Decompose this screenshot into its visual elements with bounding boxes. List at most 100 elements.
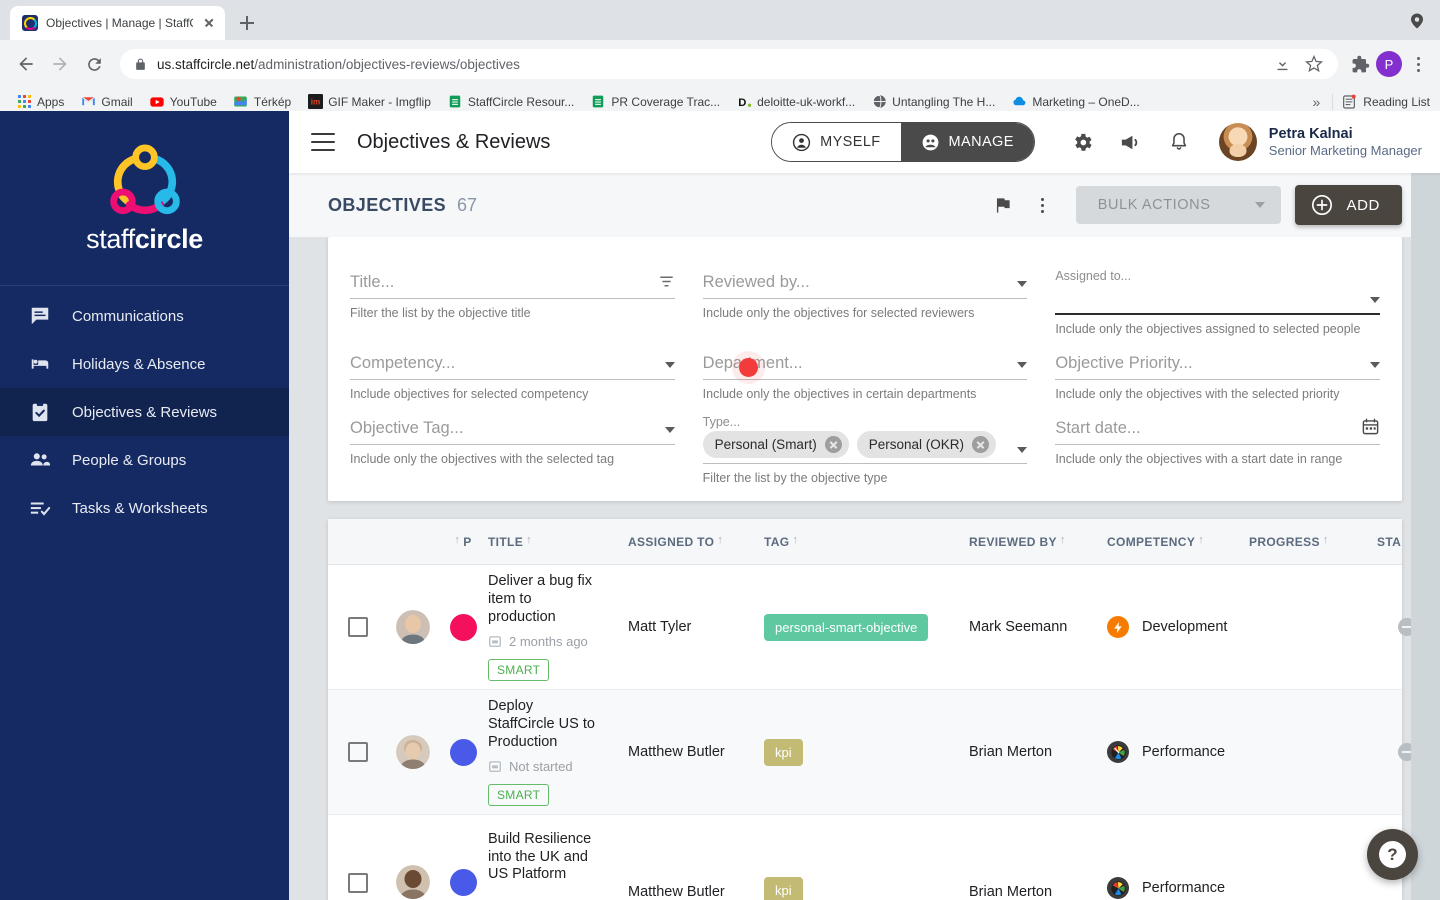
sidebar: staffcircle Communications Holidays & Ab… (0, 111, 289, 900)
filter-hint: Filter the list by the objective title (350, 306, 531, 320)
add-button[interactable]: ADD (1294, 185, 1402, 225)
bookmark-terkep[interactable]: Térkép (227, 91, 297, 113)
type-select[interactable]: Personal (Smart) Personal (OKR) (702, 431, 1028, 464)
app-logo[interactable]: staffcircle (0, 111, 289, 286)
scroll-area[interactable]: Title... Filter the list by the objectiv… (289, 237, 1440, 900)
remove-chip-icon[interactable] (971, 436, 989, 453)
browser-menu-icon[interactable] (1408, 56, 1428, 72)
bookmark-youtube[interactable]: YouTube (143, 91, 223, 113)
chevron-down-icon[interactable] (1408, 12, 1426, 30)
bookmark-staffcircle-resources[interactable]: StaffCircle Resour... (441, 91, 581, 113)
table-row[interactable]: Deliver a bug fix item to production 2 m… (328, 565, 1416, 690)
reload-icon[interactable] (80, 50, 108, 78)
reading-list-button[interactable]: Reading List (1341, 94, 1430, 110)
help-button[interactable]: ? (1367, 829, 1418, 880)
assigned-to-value: Matthew Butler (628, 884, 725, 900)
row-checkbox[interactable] (348, 873, 368, 893)
row-checkbox[interactable] (348, 742, 368, 762)
sort-arrow-icon: ↑ (1322, 533, 1329, 546)
objective-date: Not started (488, 759, 628, 774)
row-checkbox[interactable] (348, 617, 368, 637)
sidebar-item-objectives-reviews[interactable]: Objectives & Reviews (0, 388, 289, 436)
browser-tab[interactable]: Objectives | Manage | StaffCirc (10, 6, 225, 40)
back-icon[interactable] (12, 50, 40, 78)
performance-gauge-icon (1107, 877, 1129, 899)
sidebar-item-people-groups[interactable]: People & Groups (0, 436, 289, 484)
competency-select[interactable]: Competency... (350, 350, 675, 380)
sidebar-item-label: People & Groups (72, 451, 187, 469)
objective-priority-select[interactable]: Objective Priority... (1055, 350, 1380, 380)
hamburger-icon[interactable] (311, 133, 335, 151)
calendar-icon (489, 761, 501, 772)
tab-manage[interactable]: MANAGE (900, 123, 1034, 161)
sort-arrow-icon: ↑ (454, 533, 461, 546)
tag-pill[interactable]: personal-smart-objective (764, 613, 929, 641)
start-date-input[interactable]: Start date... (1055, 415, 1380, 445)
objective-date-label: Not started (509, 758, 573, 774)
reviewed-by-select[interactable]: Reviewed by... (702, 269, 1028, 299)
extensions-puzzle-icon[interactable] (1350, 54, 1370, 74)
remove-chip-icon[interactable] (824, 436, 842, 453)
bookmark-star-icon[interactable] (1304, 54, 1324, 74)
objectives-page: OBJECTIVES 67 BULK ACTIONS ADD Title... … (289, 173, 1440, 900)
profile-avatar[interactable]: P (1376, 51, 1402, 77)
tab-myself[interactable]: MYSELF (772, 123, 901, 161)
gear-icon[interactable] (1070, 129, 1096, 155)
deloitte-icon: D (736, 94, 752, 110)
tag-pill[interactable]: kpi (764, 877, 803, 900)
col-assigned-to[interactable]: ASSIGNED TO ↑ (628, 534, 764, 549)
address-bar[interactable]: us.staffcircle.net/administration/object… (120, 49, 1338, 79)
filter-icon[interactable] (658, 273, 675, 290)
col-reviewed-by[interactable]: REVIEWED BY ↑ (969, 534, 1107, 549)
objective-title[interactable]: Build Resilience into the UK and US Plat… (488, 831, 600, 884)
new-tab-button[interactable] (233, 9, 261, 37)
calendar-icon[interactable] (1361, 417, 1380, 436)
table-row[interactable]: Build Resilience into the UK and US Plat… (328, 815, 1402, 900)
user-menu[interactable]: Petra Kalnai Senior Marketing Manager (1218, 123, 1422, 161)
flag-icon[interactable] (988, 190, 1018, 220)
tag-pill[interactable]: kpi (764, 738, 803, 766)
objective-tag-select[interactable]: Objective Tag... (350, 415, 675, 445)
filter-hint: Include only the objectives with a start… (1055, 452, 1343, 466)
col-competency[interactable]: COMPETENCY ↑ (1107, 534, 1249, 549)
bookmarks-overflow-button[interactable]: » (1308, 94, 1324, 110)
youtube-icon (149, 94, 165, 110)
objective-title[interactable]: Deliver a bug fix item to production (488, 573, 600, 626)
bookmark-deloitte[interactable]: D deloitte-uk-workf... (730, 91, 861, 113)
type-chip-label: Personal (Smart) (714, 437, 817, 452)
filter-title: Title... Filter the list by the objectiv… (350, 255, 675, 336)
bookmark-gmail[interactable]: Gmail (74, 91, 138, 113)
col-title[interactable]: TITLE ↑ (488, 534, 628, 549)
cursor-indicator (739, 358, 758, 377)
close-icon[interactable] (201, 15, 217, 31)
bulk-actions-button[interactable]: BULK ACTIONS (1075, 186, 1281, 224)
col-label: P (463, 534, 472, 549)
bookmark-pr-coverage[interactable]: PR Coverage Trac... (584, 91, 726, 113)
forward-icon[interactable] (46, 50, 74, 78)
install-icon[interactable] (1272, 54, 1292, 74)
megaphone-icon[interactable] (1118, 129, 1144, 155)
onedrive-icon (1011, 94, 1027, 110)
sidebar-item-communications[interactable]: Communications (0, 292, 289, 340)
objectives-count: 67 (457, 194, 478, 215)
title-input[interactable]: Title... (350, 269, 675, 299)
objective-title[interactable]: Deploy StaffCircle US to Production (488, 698, 600, 751)
col-progress[interactable]: PROGRESS ↑ (1249, 533, 1377, 549)
bookmark-label: Marketing – OneD... (1032, 94, 1140, 109)
sidebar-item-holidays-absence[interactable]: Holidays & Absence (0, 340, 289, 388)
col-tag[interactable]: TAG ↑ (764, 534, 969, 549)
bookmark-marketing-onedrive[interactable]: Marketing – OneD... (1005, 91, 1145, 113)
sidebar-item-tasks-worksheets[interactable]: Tasks & Worksheets (0, 484, 289, 532)
assigned-to-select[interactable] (1055, 285, 1380, 315)
bookmark-label: GIF Maker - Imgflip (328, 94, 431, 109)
type-chip[interactable]: Personal (Smart) (702, 431, 849, 458)
kebab-menu-icon[interactable] (1028, 190, 1058, 220)
bell-icon[interactable] (1166, 129, 1192, 155)
type-chip[interactable]: Personal (OKR) (856, 431, 996, 458)
col-priority[interactable]: ↑ P (438, 533, 488, 549)
table-row[interactable]: Deploy StaffCircle US to Production Not … (328, 690, 1416, 815)
bookmark-apps[interactable]: Apps (10, 91, 70, 113)
bookmark-untangling[interactable]: Untangling The H... (865, 91, 1001, 113)
bookmark-gif-maker[interactable]: im GIF Maker - Imgflip (301, 91, 437, 113)
add-label: ADD (1346, 196, 1380, 214)
